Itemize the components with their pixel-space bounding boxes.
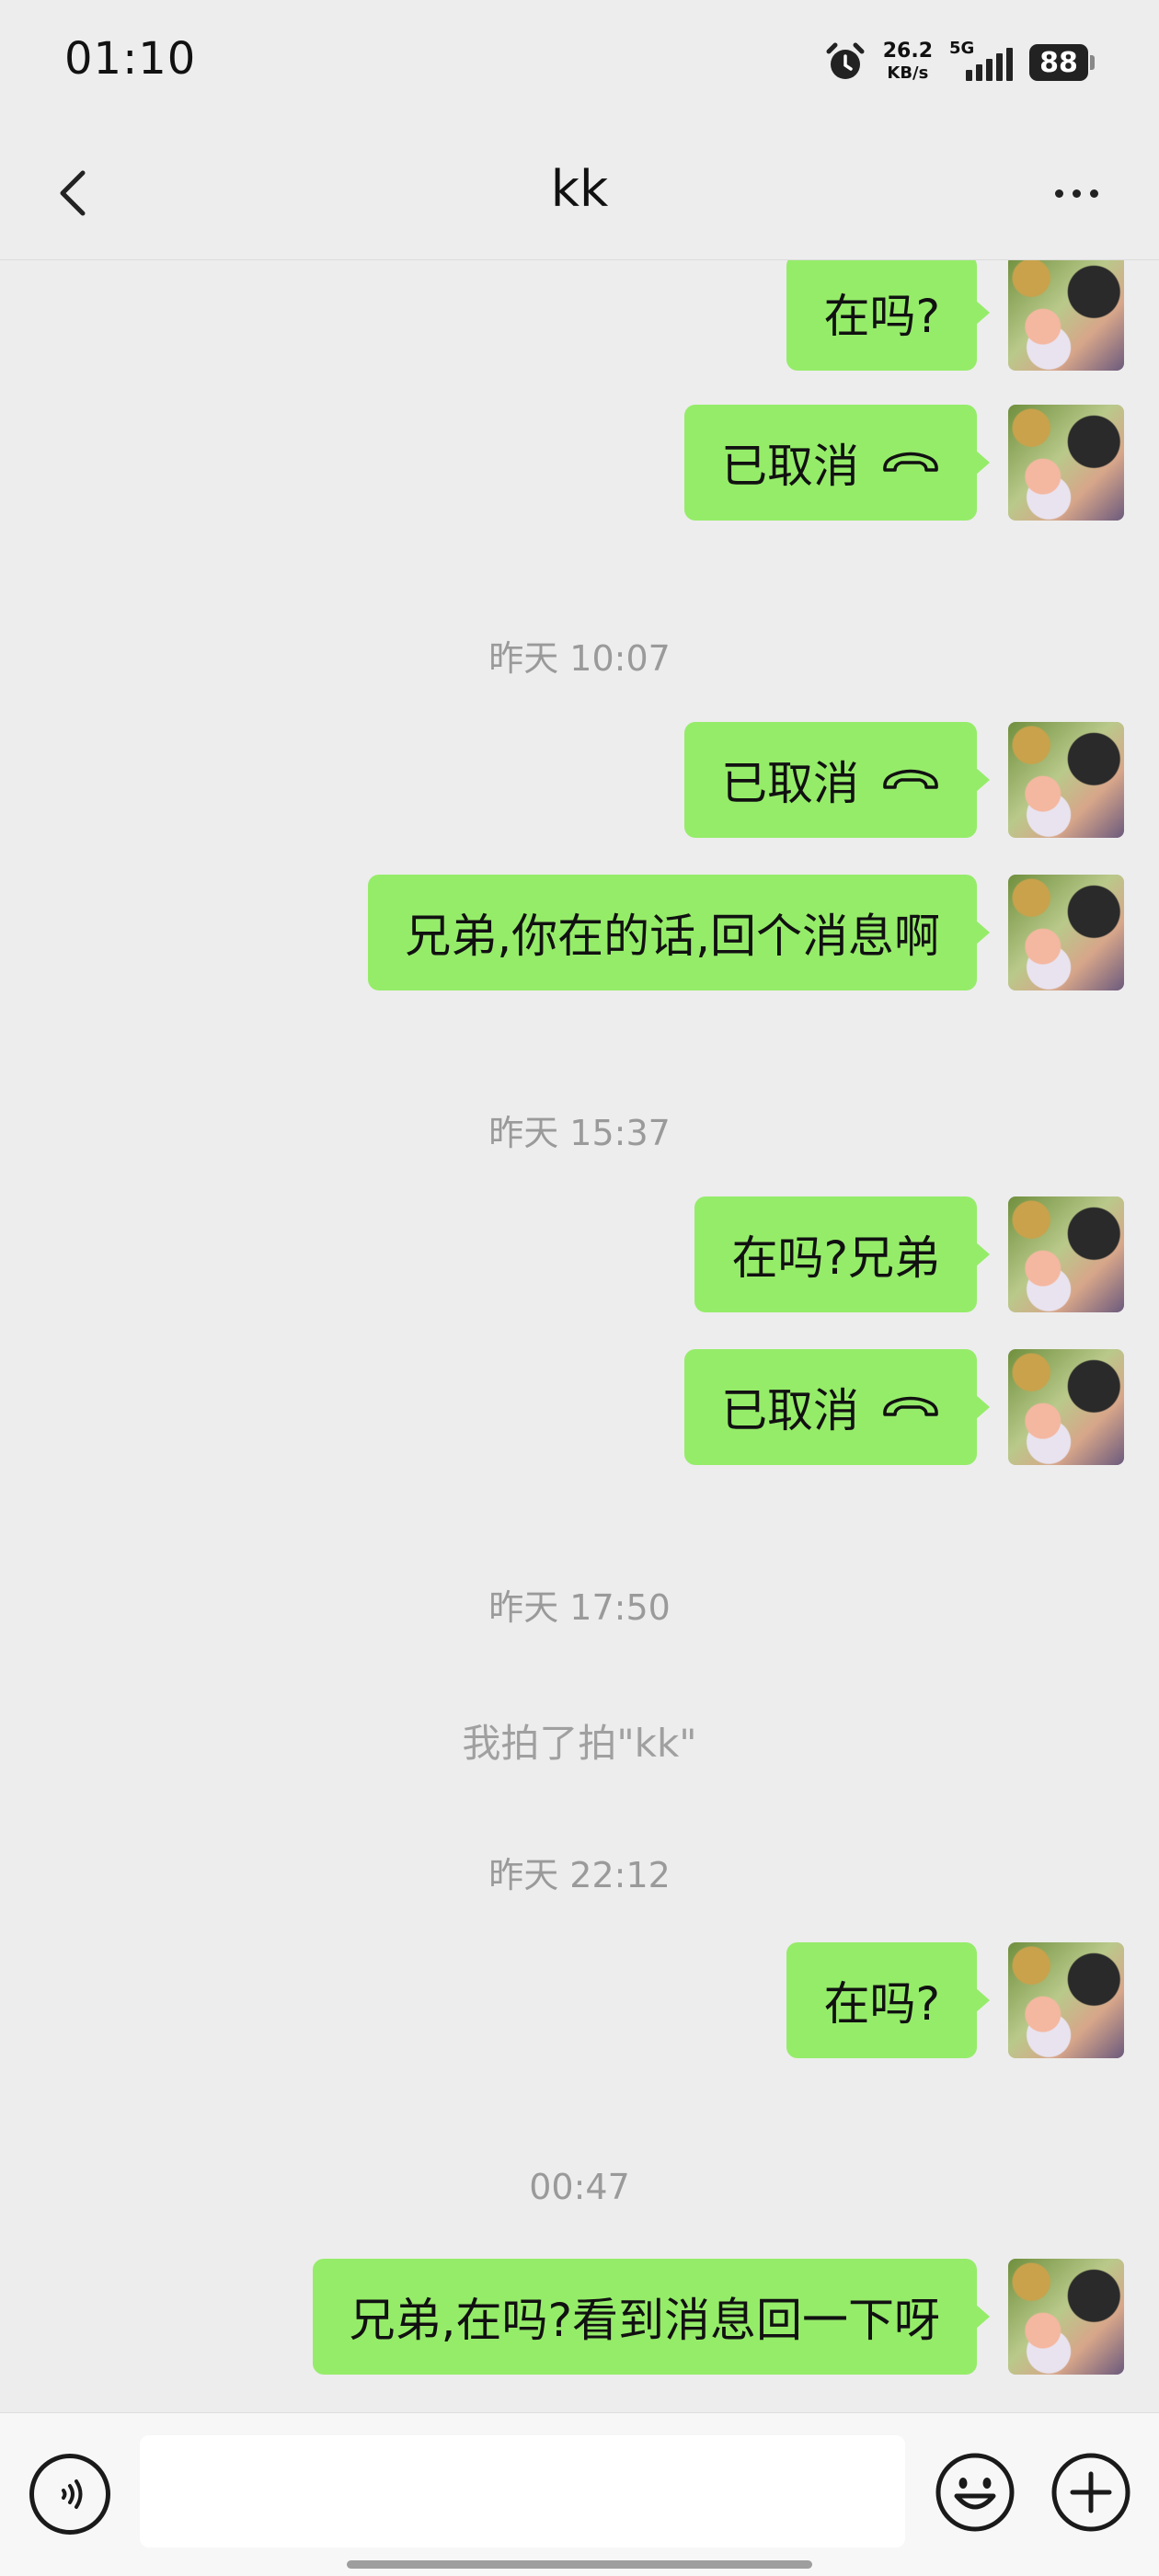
avatar[interactable] — [1008, 260, 1124, 371]
sent-message: 在吗?兄弟 — [694, 1196, 1124, 1312]
input-bar — [0, 2412, 1159, 2576]
avatar[interactable] — [1008, 1942, 1124, 2058]
message-text: 已取消 — [721, 1384, 859, 1437]
phone-hangup-icon — [881, 1380, 940, 1434]
message-text: 已取消 — [721, 757, 859, 810]
pat-notice: 我拍了拍"kk" — [462, 1721, 697, 1766]
status-time: 01:10 — [64, 33, 197, 85]
message-list[interactable]: 在吗? 已取消 昨天 10:07 已取消 兄弟,你在的话,回个消息啊 昨天 15:37 在吗… — [0, 260, 1159, 2412]
emoji-button[interactable] — [933, 2450, 1017, 2535]
message-text: 在吗?兄弟 — [731, 1231, 940, 1285]
message-text: 已取消 — [721, 440, 859, 493]
signal-icon: 5G — [949, 39, 1013, 81]
phone-hangup-icon — [881, 753, 940, 807]
message-bubble[interactable]: 已取消 — [684, 405, 990, 521]
timestamp: 00:47 — [529, 2167, 630, 2207]
message-bubble[interactable]: 在吗?兄弟 — [694, 1196, 990, 1312]
message-bubble[interactable]: 已取消 — [684, 722, 990, 838]
sent-message: 兄弟,你在的话,回个消息啊 — [368, 875, 1124, 990]
emoji-icon — [935, 2453, 1015, 2532]
home-indicator[interactable] — [347, 2560, 812, 2569]
avatar[interactable] — [1008, 1349, 1124, 1465]
voice-icon — [62, 2479, 83, 2509]
message-text: 兄弟,在吗?看到消息回一下呀 — [349, 2294, 940, 2347]
timestamp: 昨天 22:12 — [488, 1855, 671, 1895]
plus-icon — [1051, 2453, 1130, 2532]
status-bar: 01:10 26.2 KB/s 5G 88 — [0, 0, 1159, 129]
avatar[interactable] — [1008, 1196, 1124, 1312]
chat-title: kk — [550, 160, 609, 218]
avatar[interactable] — [1008, 2259, 1124, 2375]
sent-message: 在吗? — [786, 260, 1124, 371]
message-input[interactable] — [140, 2435, 905, 2547]
timestamp: 昨天 17:50 — [488, 1587, 671, 1628]
message-text: 在吗? — [823, 1977, 940, 2031]
avatar[interactable] — [1008, 405, 1124, 521]
call-message: 已取消 — [684, 405, 1124, 521]
network-type: 5G — [949, 39, 975, 58]
call-message: 已取消 — [684, 1349, 1124, 1465]
avatar[interactable] — [1008, 875, 1124, 990]
message-bubble[interactable]: 兄弟,在吗?看到消息回一下呀 — [312, 2259, 991, 2375]
network-speed-unit: KB/s — [887, 63, 929, 83]
timestamp: 昨天 10:07 — [488, 638, 671, 679]
message-bubble[interactable]: 在吗? — [786, 1942, 990, 2058]
battery-level: 88 — [1029, 44, 1088, 81]
timestamp: 昨天 15:37 — [488, 1113, 671, 1153]
voice-button[interactable] — [29, 2454, 110, 2535]
more-horizontal-icon — [1054, 189, 1063, 198]
sent-message: 在吗? — [786, 1942, 1124, 2058]
more-actions-button[interactable] — [1049, 2450, 1133, 2535]
alarm-icon — [824, 41, 866, 84]
message-bubble[interactable]: 已取消 — [684, 1349, 990, 1465]
chat-header: kk — [0, 129, 1159, 260]
sent-message: 兄弟,在吗?看到消息回一下呀 — [312, 2259, 1124, 2375]
message-text: 在吗? — [823, 290, 940, 343]
phone-hangup-icon — [881, 436, 940, 489]
more-button[interactable] — [1039, 156, 1113, 230]
status-icons: 26.2 KB/s 5G 88 — [824, 35, 1095, 90]
battery-icon: 88 — [1029, 44, 1095, 81]
call-message: 已取消 — [684, 722, 1124, 838]
network-speed: 26.2 KB/s — [883, 40, 933, 85]
avatar[interactable] — [1008, 722, 1124, 838]
network-speed-value: 26.2 — [882, 40, 933, 63]
message-bubble[interactable]: 在吗? — [786, 260, 990, 371]
message-bubble[interactable]: 兄弟,你在的话,回个消息啊 — [368, 875, 990, 990]
message-text: 兄弟,你在的话,回个消息啊 — [405, 910, 940, 963]
